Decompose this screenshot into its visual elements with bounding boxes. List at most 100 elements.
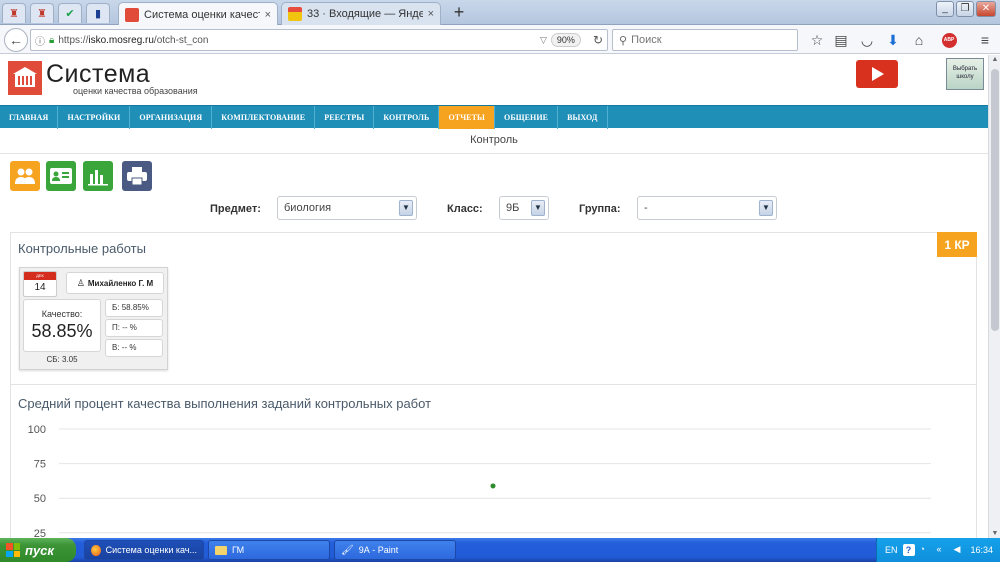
pinned-tab-2[interactable]: ♜ [30,3,54,23]
network-icon[interactable]: ◔ [920,544,932,556]
menu-item-otchety[interactable]: ОТЧЕТЫ [439,106,495,129]
coat-of-arms-icon: ♜ [37,8,47,20]
site-favicon-icon [125,7,139,22]
close-icon[interactable]: × [265,9,271,21]
tests-count-badge: 1 КР [937,232,977,257]
minimize-button[interactable]: _ [936,1,954,17]
pinned-tab-3[interactable]: ✔ [58,3,82,23]
firefox-icon [91,544,101,556]
navigation-toolbar: ← ⓘ 🔒︎ https://isko.mosreg.ru/otch-st_co… [0,25,1000,54]
users-button[interactable] [10,161,40,191]
data-point[interactable] [490,483,496,489]
close-window-button[interactable]: ✕ [976,1,996,17]
menu-item-vykhod[interactable]: ВЫХОД [558,106,608,129]
mail-favicon-icon [288,7,302,21]
menu-item-kontrol[interactable]: КОНТРОЛЬ [374,106,440,129]
logo-title[interactable]: Система [46,60,150,89]
taskbar-item-paint[interactable]: 🖌︎ 9А - Paint [334,540,456,560]
chart-title: Средний процент качества выполнения зада… [18,396,432,411]
taskbar-item-folder[interactable]: ГМ [208,540,330,560]
quality-chart: 100 75 50 25 [28,424,931,538]
address-bar[interactable]: ⓘ 🔒︎ https://isko.mosreg.ru/otch-st_con … [30,29,608,51]
statistics-button[interactable] [83,161,113,191]
paint-icon: 🖌︎ [341,544,354,556]
task-label: Система оценки кач... [105,545,197,555]
video-play-button[interactable] [856,60,898,88]
page-title: Контроль [470,134,518,146]
test-card[interactable]: ДЕК 14 ♙ Михайленко Г. М Качество: 58.85… [19,267,168,370]
pinned-tab-1[interactable]: ♜ [2,3,26,23]
coat-of-arms-icon: ♜ [9,8,19,20]
stat-b: Б: 58.85% [105,299,163,317]
close-icon[interactable]: × [428,8,434,20]
page-content: Система оценки качества образования Выбр… [0,55,988,538]
tests-panel: Контрольные работы 1 КР ДЕК 14 ♙ Михайле… [10,232,977,385]
home-icon[interactable]: ⌂ [908,29,930,51]
logo-building-icon[interactable] [8,61,42,95]
id-card-icon [50,168,72,184]
chart-panel: Средний процент качества выполнения зада… [10,385,977,538]
calendar-icon: ДЕК 14 [23,271,57,297]
safely-remove-icon[interactable]: « [937,544,949,556]
back-button[interactable]: ← [4,28,28,52]
volume-icon[interactable]: ◀ [954,544,966,556]
window-controls: _ ❐ ✕ [936,1,996,17]
url-path: /otch-st_con [153,34,209,46]
group-value: - [644,202,648,214]
scrollbar-thumb[interactable] [991,69,999,331]
class-label: Класс: [447,203,483,215]
url-host: isko.mosreg.ru [88,34,154,46]
adblock-icon[interactable]: ABP [938,29,960,51]
quality-label: Качество: [41,309,83,319]
downloads-icon[interactable]: ⬇ [882,29,904,51]
search-icon: ⚲ [619,34,628,47]
checkmark-icon: ✔ [65,8,75,20]
class-value: 9Б [506,202,520,214]
reload-icon[interactable]: ↻ [593,33,603,47]
choose-school-button[interactable]: Выбрать школу [946,58,984,90]
reader-view-icon[interactable]: ▽ [540,35,547,46]
menu-item-obshchenie[interactable]: ОБЩЕНИЕ [495,106,559,129]
restore-button[interactable]: ❐ [956,1,974,17]
bookmarks-list-icon[interactable]: ▤ [830,29,852,51]
chevron-down-icon: ▼ [759,200,773,216]
tab-yandex-mail[interactable]: 33 · Входящие — Яндекс.П... × [281,2,441,25]
stat-v: В: -- % [105,339,163,357]
print-button[interactable] [122,161,152,191]
tab-isko[interactable]: Система оценки качества о... × [118,2,278,26]
start-button[interactable]: пуск [0,538,76,562]
task-label: ГМ [232,545,245,555]
search-input[interactable] [631,34,782,46]
menu-item-glavnaya[interactable]: ГЛАВНАЯ [0,106,59,129]
search-bar[interactable]: ⚲ [612,29,798,51]
group-label: Группа: [579,203,621,215]
subject-value: биология [284,202,332,214]
help-icon[interactable]: ? [902,544,915,556]
zoom-indicator[interactable]: 90% [550,33,581,47]
subject-select[interactable]: биология ▼ [277,196,417,220]
pocket-icon[interactable]: ◡ [856,29,878,51]
menu-item-nastroyki[interactable]: НАСТРОЙКИ [58,106,131,129]
new-tab-button[interactable]: + [448,3,470,23]
menu-item-organizatsiya[interactable]: ОРГАНИЗАЦИЯ [130,106,213,129]
menu-item-komplektovanie[interactable]: КОМПЛЕКТОВАНИЕ [212,106,316,129]
scroll-up-arrow[interactable]: ▲ [989,56,1000,63]
calendar-month: ДЕК [24,272,56,280]
tab-title: 33 · Входящие — Яндекс.П... [307,8,423,20]
play-icon [872,67,884,81]
scroll-down-arrow[interactable]: ▼ [989,530,1000,537]
menu-item-reestry[interactable]: РЕЕСТРЫ [315,106,375,129]
id-card-button[interactable] [46,161,76,191]
calendar-day: 14 [34,282,46,293]
language-indicator[interactable]: EN [885,545,898,555]
pinned-tab-4[interactable]: ▮ [86,3,110,23]
page-scrollbar[interactable]: ▲ ▼ [988,55,1000,538]
subject-label: Предмет: [210,203,261,215]
url-scheme: https:// [58,34,89,46]
hamburger-menu-icon[interactable]: ≡ [974,29,996,51]
taskbar-item-firefox[interactable]: Система оценки кач... [84,540,204,560]
bookmark-star-icon[interactable]: ☆ [806,29,828,51]
y-tick-label: 25 [34,528,46,538]
class-select[interactable]: 9Б ▼ [499,196,549,220]
group-select[interactable]: - ▼ [637,196,777,220]
